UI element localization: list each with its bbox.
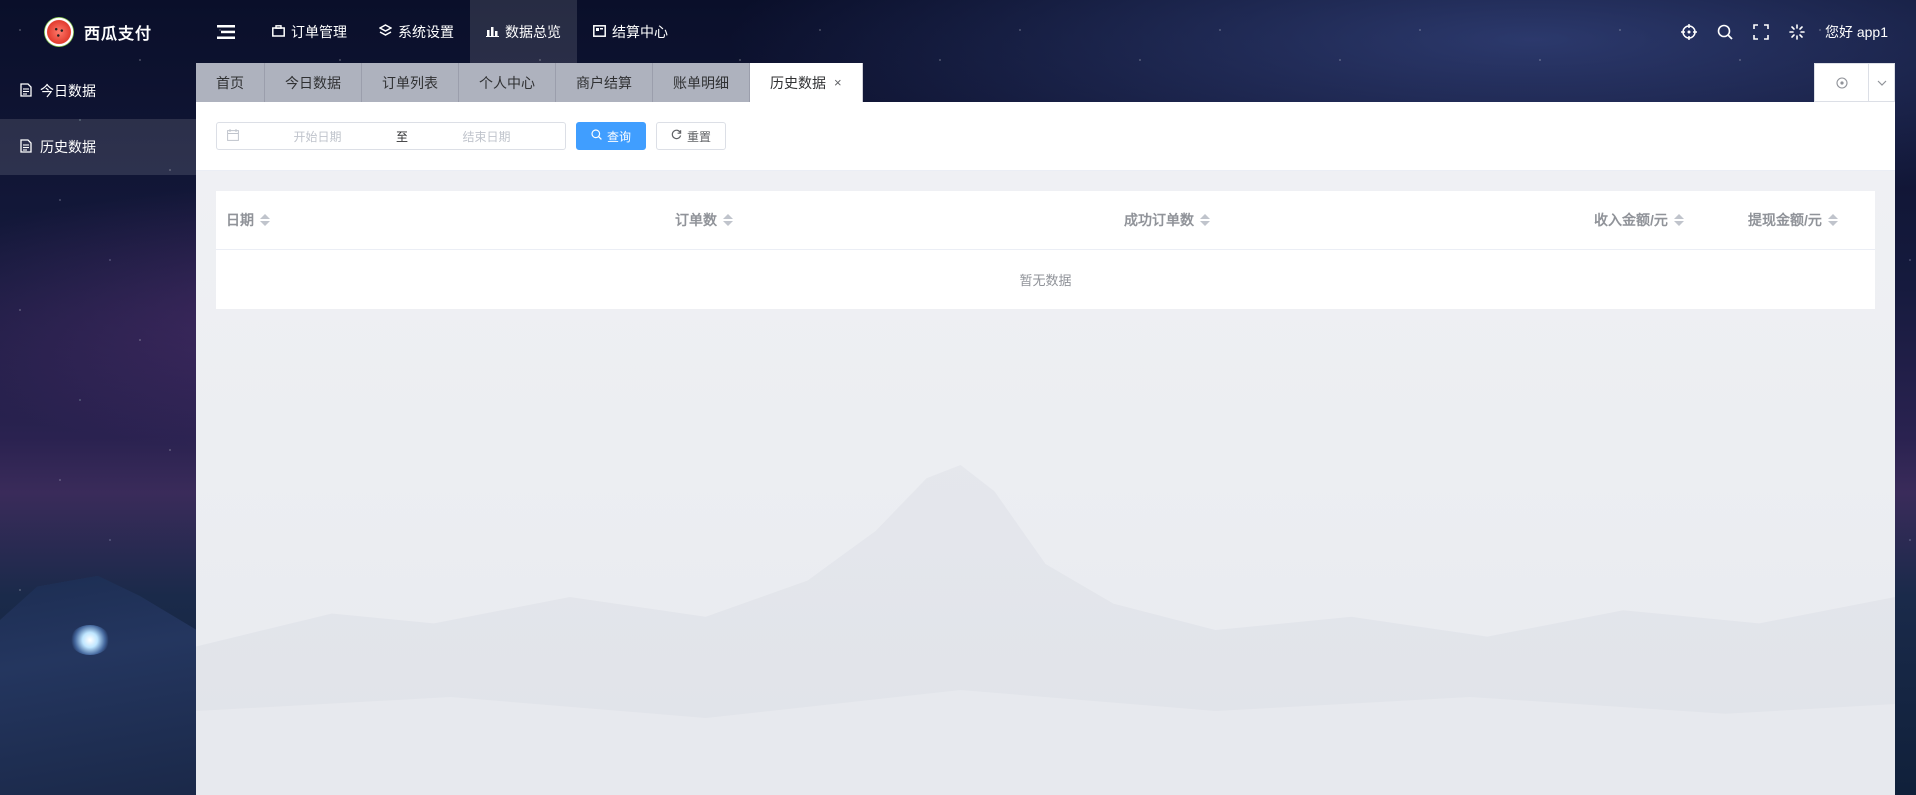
nav-label: 系统设置	[398, 23, 454, 40]
nav-item-settings[interactable]: 系统设置	[363, 0, 470, 63]
user-greeting[interactable]: 您好 app1	[1825, 22, 1888, 42]
document-icon	[20, 82, 32, 100]
top-nav: 订单管理 系统设置 数据总览 结算中心	[256, 0, 684, 63]
tab-tools	[1814, 63, 1895, 102]
tab-label: 个人中心	[479, 74, 535, 91]
sort-icon[interactable]	[260, 214, 270, 226]
reset-button[interactable]: 重置	[656, 122, 727, 150]
tab-label: 历史数据	[770, 74, 826, 91]
nav-item-orders[interactable]: 订单管理	[256, 0, 363, 63]
sidebar-item-label: 历史数据	[40, 139, 96, 155]
content-area: 开始日期 至 结束日期 查询 重置 日期 订单数 成功订单数 收入金额/元 提现…	[196, 102, 1895, 795]
end-date-input[interactable]: 结束日期	[418, 128, 555, 145]
top-right-tools: 您好 app1	[1680, 22, 1916, 42]
tab-label: 首页	[216, 74, 244, 91]
document-icon	[20, 138, 32, 156]
brand-logo[interactable]: 西瓜支付	[0, 0, 196, 63]
column-income-amount[interactable]: 收入金额/元	[1584, 210, 1738, 230]
tab-profile[interactable]: 个人中心	[459, 63, 556, 102]
column-label: 提现金额/元	[1748, 212, 1822, 228]
tab-merchant-settlement[interactable]: 商户结算	[556, 63, 653, 102]
column-date[interactable]: 日期	[216, 210, 665, 230]
tab-label: 账单明细	[673, 74, 729, 91]
table-header: 日期 订单数 成功订单数 收入金额/元 提现金额/元	[216, 191, 1875, 250]
nav-label: 订单管理	[291, 23, 347, 40]
tab-home[interactable]: 首页	[196, 63, 265, 102]
query-button-label: 查询	[607, 129, 632, 144]
nav-item-overview[interactable]: 数据总览	[470, 0, 577, 63]
wallet-icon	[593, 24, 606, 40]
locate-icon[interactable]	[1680, 23, 1697, 40]
sidebar-item-label: 今日数据	[40, 83, 96, 99]
briefcase-icon	[272, 24, 285, 40]
top-bar: 西瓜支付 订单管理 系统设置 数据总览 结算中心 您好 app1	[0, 0, 1916, 63]
search-icon[interactable]	[1717, 24, 1733, 40]
sort-icon[interactable]	[723, 214, 733, 226]
fullscreen-icon[interactable]	[1753, 23, 1769, 40]
nav-item-settlement[interactable]: 结算中心	[577, 0, 684, 63]
sidebar: 今日数据 历史数据	[0, 63, 196, 795]
sidebar-item-today-data[interactable]: 今日数据	[0, 63, 196, 119]
spinner-icon[interactable]	[1789, 23, 1805, 40]
filter-panel: 开始日期 至 结束日期 查询 重置	[196, 102, 1895, 171]
refresh-icon	[671, 129, 682, 143]
tab-label: 订单列表	[382, 74, 438, 91]
date-range-separator: 至	[396, 129, 409, 144]
chevron-down-icon[interactable]	[1868, 64, 1894, 101]
column-label: 成功订单数	[1124, 212, 1194, 228]
column-label: 日期	[226, 212, 254, 228]
calendar-icon	[227, 128, 239, 144]
page-tabs: 首页 今日数据 订单列表 个人中心 商户结算 账单明细 历史数据 ×	[196, 63, 1895, 102]
sort-icon[interactable]	[1673, 214, 1684, 226]
nav-label: 数据总览	[505, 23, 561, 40]
reset-button-label: 重置	[687, 129, 712, 144]
sidebar-item-history-data[interactable]: 历史数据	[0, 119, 196, 175]
tab-label: 商户结算	[576, 74, 632, 91]
column-withdraw-amount[interactable]: 提现金额/元	[1738, 210, 1875, 230]
search-icon	[591, 129, 602, 143]
watermelon-logo-icon	[43, 16, 74, 47]
nav-label: 结算中心	[612, 23, 668, 40]
date-range-picker[interactable]: 开始日期 至 结束日期	[216, 122, 566, 150]
query-button[interactable]: 查询	[576, 122, 647, 150]
layers-icon	[378, 23, 393, 40]
tab-bill-details[interactable]: 账单明细	[653, 63, 750, 102]
tab-history-data[interactable]: 历史数据 ×	[750, 63, 863, 102]
brand-name: 西瓜支付	[83, 25, 152, 43]
sort-icon[interactable]	[1200, 214, 1210, 226]
tab-label: 今日数据	[285, 74, 341, 91]
column-success-order-count[interactable]: 成功订单数	[1114, 210, 1584, 230]
table-empty-state: 暂无数据	[1019, 273, 1072, 288]
start-date-input[interactable]: 开始日期	[249, 128, 386, 145]
tab-order-list[interactable]: 订单列表	[362, 63, 459, 102]
history-data-table: 日期 订单数 成功订单数 收入金额/元 提现金额/元 暂无数据	[216, 191, 1875, 309]
bar-chart-icon	[486, 24, 499, 40]
tab-today-data[interactable]: 今日数据	[265, 63, 362, 102]
column-order-count[interactable]: 订单数	[665, 210, 1114, 230]
sort-icon[interactable]	[1827, 214, 1838, 226]
close-icon[interactable]: ×	[834, 75, 842, 90]
column-label: 收入金额/元	[1594, 212, 1668, 228]
hamburger-icon[interactable]	[196, 0, 256, 63]
close-all-tabs-icon[interactable]	[1815, 64, 1868, 101]
main-panel: 首页 今日数据 订单列表 个人中心 商户结算 账单明细 历史数据 × 开始日期 …	[196, 63, 1895, 795]
column-label: 订单数	[675, 212, 717, 228]
